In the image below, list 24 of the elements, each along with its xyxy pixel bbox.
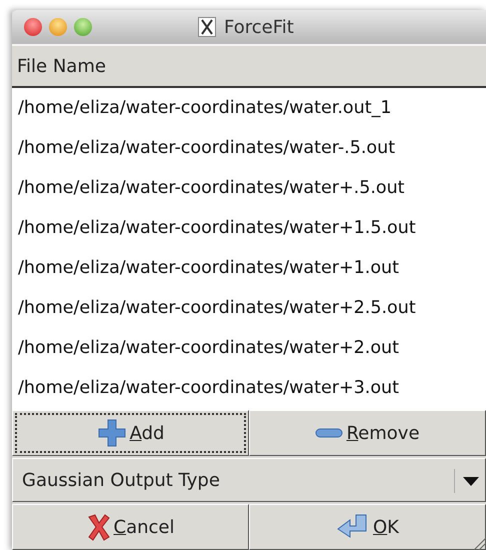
file-path[interactable]: /home/eliza/water-coordinates/water+3.out: [12, 368, 486, 408]
file-path[interactable]: /home/eliza/water-coordinates/water+2.out: [12, 328, 486, 368]
ok-button[interactable]: OK: [249, 504, 486, 550]
minimize-button[interactable]: [49, 18, 67, 36]
remove-button[interactable]: Remove: [249, 410, 486, 456]
x-window-icon: [198, 17, 216, 38]
maximize-button[interactable]: [74, 18, 92, 36]
cross-icon: [86, 513, 110, 542]
file-path[interactable]: /home/eliza/water-coordinates/water+1.out: [12, 248, 486, 288]
window-title: ForceFit: [224, 16, 294, 38]
plus-icon: [96, 418, 127, 448]
minus-icon: [315, 428, 344, 438]
cancel-button[interactable]: Cancel: [12, 504, 249, 550]
dropdown-arrow-icon: [463, 476, 479, 486]
file-path[interactable]: /home/eliza/water-coordinates/water+.5.out: [12, 168, 486, 208]
resize-grip-icon[interactable]: [472, 536, 486, 550]
add-button[interactable]: Add: [12, 410, 249, 456]
column-header[interactable]: File Name: [12, 44, 486, 88]
output-type-dropdown[interactable]: Gaussian Output Type: [12, 458, 486, 502]
file-path[interactable]: /home/eliza/water-coordinates/water-.5.out: [12, 128, 486, 168]
file-path[interactable]: /home/eliza/water-coordinates/water+1.5.out: [12, 208, 486, 248]
file-path[interactable]: /home/eliza/water-coordinates/water.out_1: [12, 88, 486, 128]
close-button[interactable]: [24, 18, 42, 36]
file-path[interactable]: /home/eliza/water-coordinates/water+2.5.out: [12, 288, 486, 328]
